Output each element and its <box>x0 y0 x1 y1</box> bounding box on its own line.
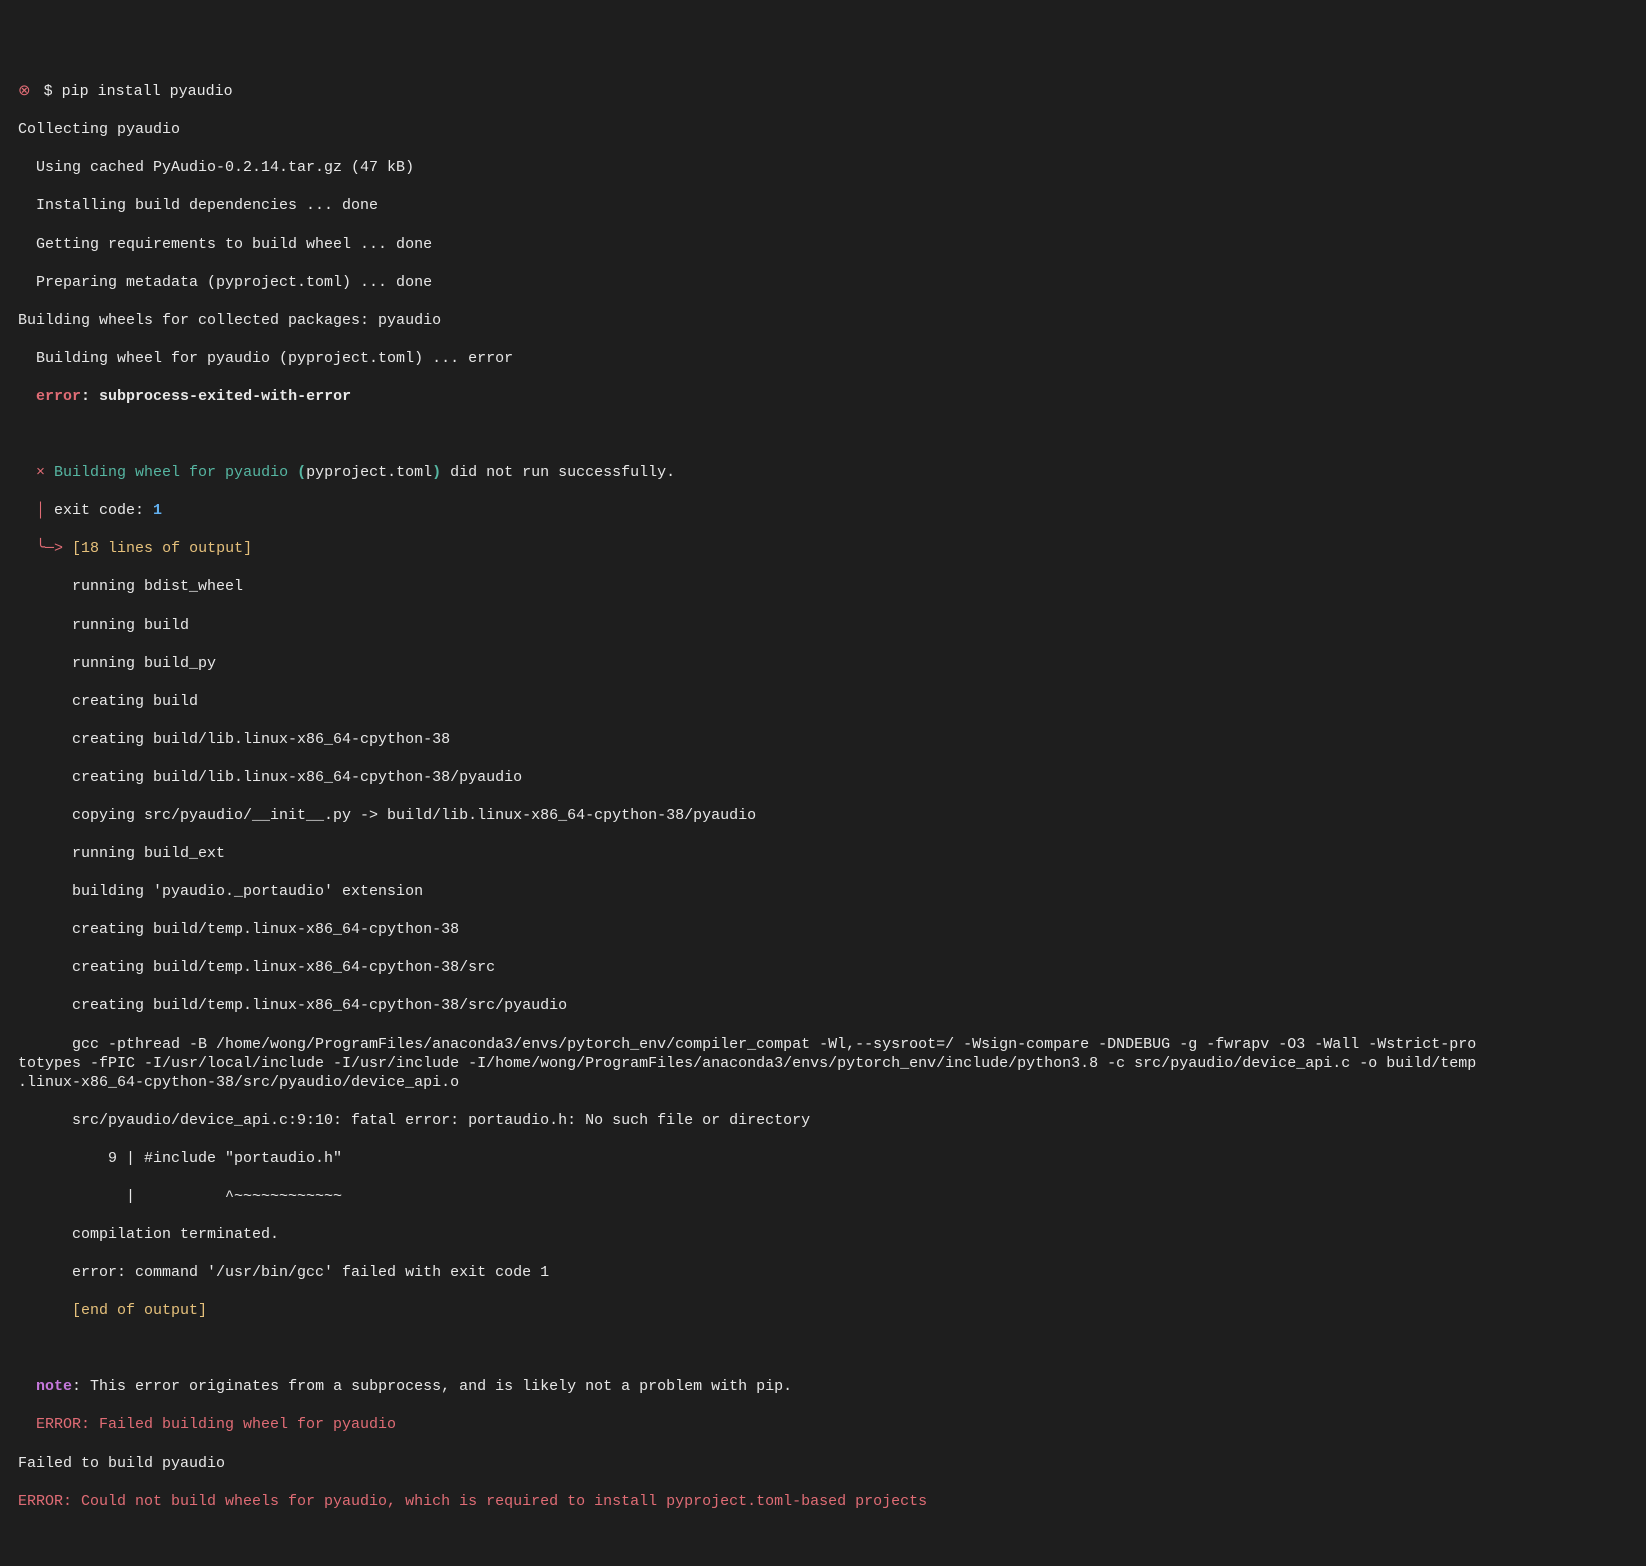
error-could-not-build-line: ERROR: Could not build wheels for pyaudi… <box>18 1492 1646 1511</box>
note-line: note: This error originates from a subpr… <box>18 1377 1646 1396</box>
lines-of-output-text: [18 lines of output] <box>63 540 252 557</box>
blank-line <box>18 425 1646 444</box>
build-output-line: copying src/pyaudio/__init__.py -> build… <box>18 806 1646 825</box>
output-line: Using cached PyAudio-0.2.14.tar.gz (47 k… <box>18 158 1646 177</box>
output-line: Building wheels for collected packages: … <box>18 311 1646 330</box>
error-detail-line: × Building wheel for pyaudio (pyproject.… <box>18 463 1646 482</box>
build-output-line: creating build/temp.linux-x86_64-cpython… <box>18 958 1646 977</box>
build-output-line: creating build/temp.linux-x86_64-cpython… <box>18 920 1646 939</box>
output-line: Preparing metadata (pyproject.toml) ... … <box>18 273 1646 292</box>
exit-code-label: exit code: <box>54 502 153 519</box>
compilation-terminated-line: compilation terminated. <box>18 1225 1646 1244</box>
build-output-line: running bdist_wheel <box>18 577 1646 596</box>
note-label: note <box>36 1378 72 1395</box>
did-not-run-text: did not run successfully. <box>441 464 675 481</box>
error-label: error <box>36 388 81 405</box>
build-output-line: creating build <box>18 692 1646 711</box>
tree-branch-icon: ╰─> <box>18 540 63 557</box>
cross-icon: × <box>36 464 45 481</box>
output-line: Getting requirements to build wheel ... … <box>18 235 1646 254</box>
blank-line <box>18 1339 1646 1358</box>
build-output-line: running build_ext <box>18 844 1646 863</box>
fatal-error-line: src/pyaudio/device_api.c:9:10: fatal err… <box>18 1111 1646 1130</box>
error-line: error: subprocess-exited-with-error <box>18 387 1646 406</box>
paren-close: ) <box>432 464 441 481</box>
shell-status-icon: ⊗ <box>18 83 31 100</box>
exit-code-value: 1 <box>153 502 162 519</box>
command-line: ⊗ $ pip install pyaudio <box>18 82 1646 101</box>
error-message: subprocess-exited-with-error <box>99 388 351 405</box>
output-line: Collecting pyaudio <box>18 120 1646 139</box>
build-output-line: creating build/lib.linux-x86_64-cpython-… <box>18 768 1646 787</box>
pyproject-text: pyproject.toml <box>306 464 432 481</box>
gcc-failed-line: error: command '/usr/bin/gcc' failed wit… <box>18 1263 1646 1282</box>
paren-open: ( <box>297 464 306 481</box>
caret-line: | ^~~~~~~~~~~~~ <box>18 1187 1646 1206</box>
prompt-symbol: $ <box>44 83 53 100</box>
note-text: : This error originates from a subproces… <box>72 1378 792 1395</box>
build-wheel-text: Building wheel for pyaudio <box>45 464 297 481</box>
failed-to-build-line: Failed to build pyaudio <box>18 1454 1646 1473</box>
command-text: pip install pyaudio <box>62 83 233 100</box>
error-failed-building-line: ERROR: Failed building wheel for pyaudio <box>18 1415 1646 1434</box>
output-header-line: ╰─> [18 lines of output] <box>18 539 1646 558</box>
gcc-command-line: gcc -pthread -B /home/wong/ProgramFiles/… <box>18 1035 1646 1092</box>
build-output-line: creating build/temp.linux-x86_64-cpython… <box>18 996 1646 1015</box>
output-line: Installing build dependencies ... done <box>18 196 1646 215</box>
build-output-line: running build <box>18 616 1646 635</box>
build-output-line: building 'pyaudio._portaudio' extension <box>18 882 1646 901</box>
tree-pipe-icon: │ <box>18 502 54 519</box>
output-line: Building wheel for pyaudio (pyproject.to… <box>18 349 1646 368</box>
exit-code-line: │ exit code: 1 <box>18 501 1646 520</box>
end-of-output-line: [end of output] <box>18 1301 1646 1320</box>
include-line: 9 | #include "portaudio.h" <box>18 1149 1646 1168</box>
build-output-line: creating build/lib.linux-x86_64-cpython-… <box>18 730 1646 749</box>
build-output-line: running build_py <box>18 654 1646 673</box>
